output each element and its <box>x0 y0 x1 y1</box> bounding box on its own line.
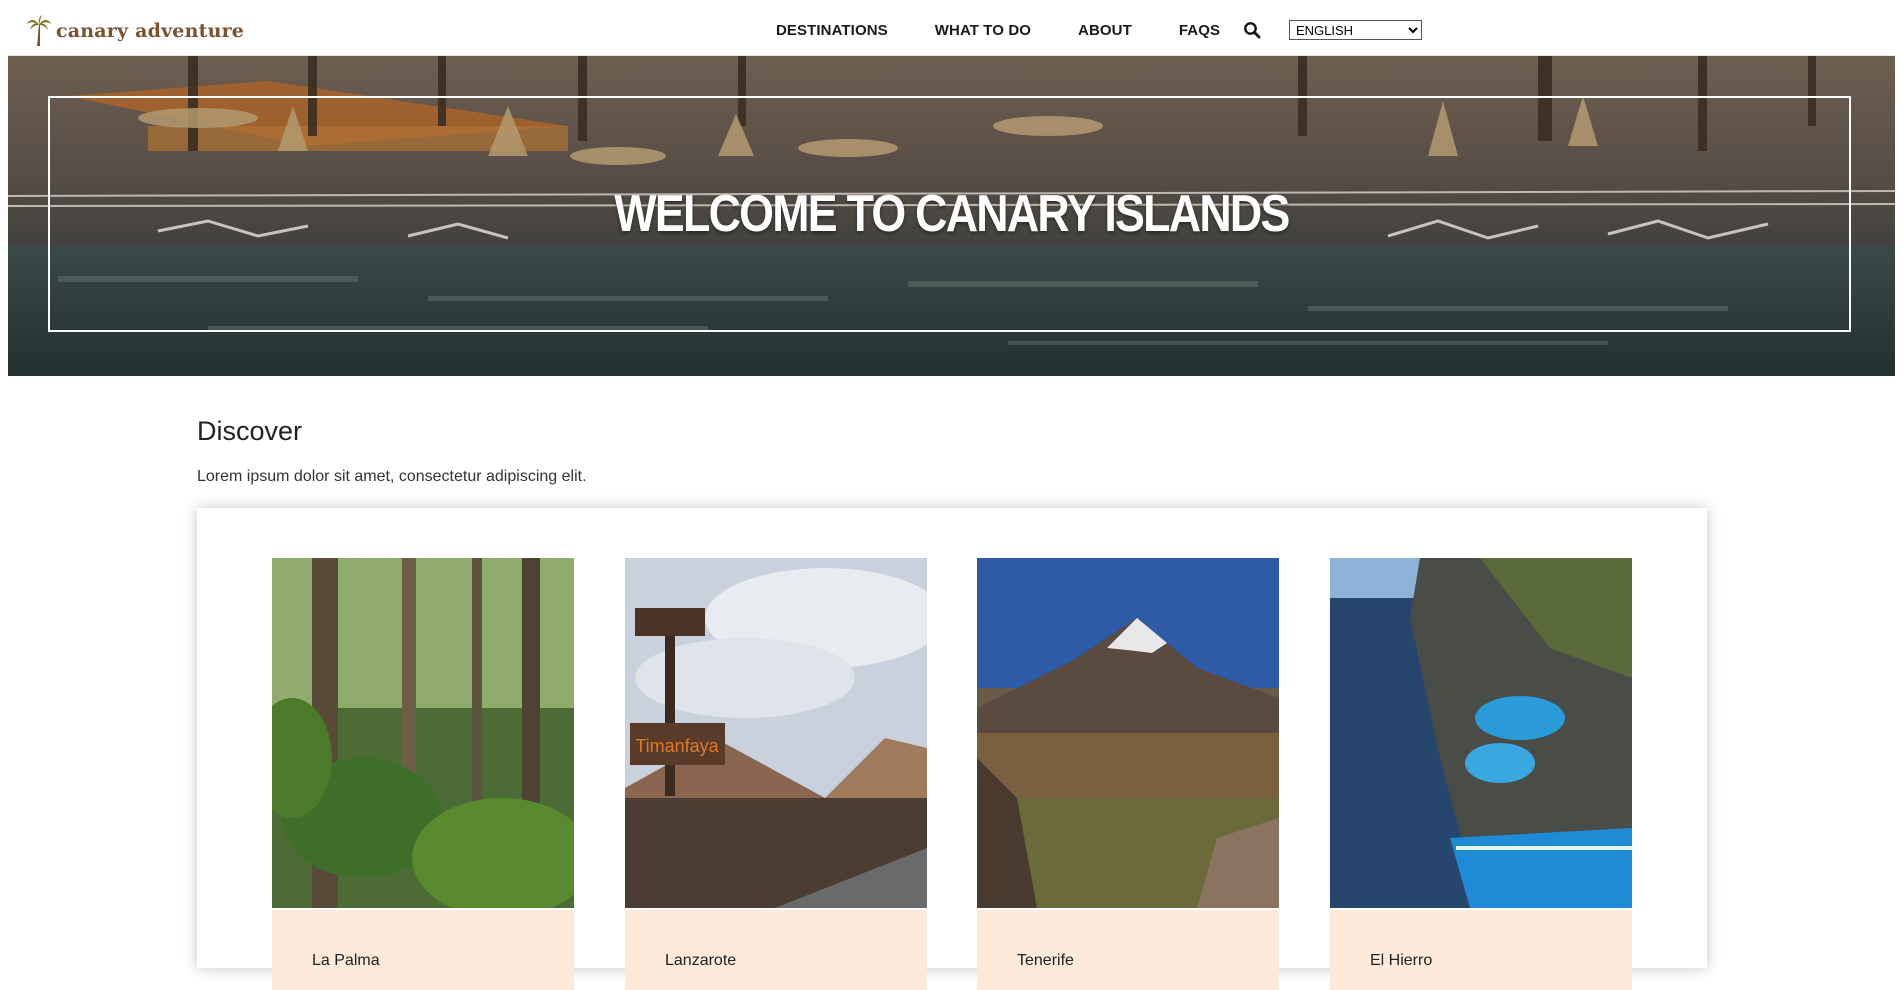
card-title: Lanzarote <box>665 952 737 969</box>
teide-photo <box>977 558 1279 908</box>
hero-banner: WELCOME TO CANARY ISLANDS <box>8 56 1895 376</box>
card-image[interactable] <box>977 558 1279 908</box>
nav-link-faqs[interactable]: FAQS <box>1179 22 1220 39</box>
destination-card[interactable]: La Palma <box>272 558 574 990</box>
main-menu: DESTINATIONS WHAT TO DO ABOUT FAQS <box>776 5 1267 55</box>
search-icon[interactable] <box>1243 21 1261 39</box>
destinations-panel: La Palma Timanfaya Lanzarote Tenerife El… <box>197 508 1707 990</box>
nav-link-what-to-do[interactable]: WHAT TO DO <box>935 22 1031 39</box>
card-title: El Hierro <box>1370 952 1433 969</box>
palm-tree-icon <box>27 15 51 46</box>
top-navbar: canary adventure DESTINATIONS WHAT TO DO… <box>8 5 1895 56</box>
hero-title: WELCOME TO CANARY ISLANDS <box>614 185 1290 243</box>
card-image[interactable] <box>272 558 574 908</box>
destination-card[interactable]: Timanfaya Lanzarote <box>625 558 927 990</box>
nav-link-about[interactable]: ABOUT <box>1078 22 1132 39</box>
card-caption: Tenerife <box>977 910 1279 990</box>
card-caption: La Palma <box>272 910 574 990</box>
destination-card[interactable]: El Hierro <box>1330 558 1632 990</box>
forest-photo <box>272 558 574 908</box>
nav-link-destinations[interactable]: DESTINATIONS <box>776 22 888 39</box>
card-image[interactable]: Timanfaya <box>625 558 927 908</box>
language-select[interactable]: ENGLISH <box>1289 20 1422 40</box>
card-image[interactable] <box>1330 558 1632 908</box>
brand-name: canary adventure <box>56 20 245 42</box>
section-title: Discover <box>197 416 303 446</box>
card-caption: Lanzarote <box>625 910 927 990</box>
section-description: Lorem ipsum dolor sit amet, consectetur … <box>197 468 587 485</box>
brand-logo[interactable]: canary adventure <box>26 15 244 47</box>
destination-card[interactable]: Tenerife <box>977 558 1279 990</box>
timanfaya-photo: Timanfaya <box>625 558 927 908</box>
card-title: La Palma <box>312 952 380 969</box>
sign-text: Timanfaya <box>635 736 719 756</box>
coastal-pools-photo <box>1330 558 1632 908</box>
card-title: Tenerife <box>1017 952 1074 969</box>
card-caption: El Hierro <box>1330 910 1632 990</box>
